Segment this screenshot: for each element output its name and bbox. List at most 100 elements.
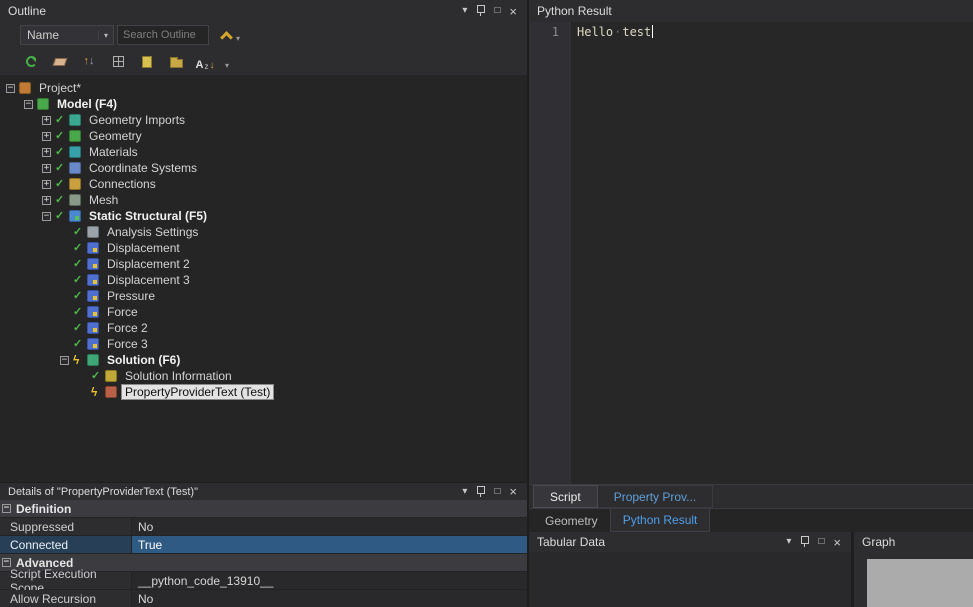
- tree-item-label[interactable]: Materials: [86, 145, 141, 159]
- tree-item[interactable]: − ϟ Solution (F6): [0, 352, 527, 368]
- check-icon: ✓: [55, 129, 65, 142]
- property-value-cell[interactable]: No: [132, 518, 527, 535]
- close-icon[interactable]: ×: [509, 5, 517, 18]
- window-menu-icon[interactable]: ▾: [786, 537, 791, 547]
- tree-item[interactable]: + ✓ Materials: [0, 144, 527, 160]
- sort-filter-button[interactable]: ↑ ↓: [80, 53, 98, 71]
- details-category-row[interactable]: − Definition: [0, 500, 527, 518]
- tab-script[interactable]: Script: [533, 485, 598, 508]
- tree-item[interactable]: ✓ Force 3: [0, 336, 527, 352]
- tree-item-label[interactable]: Analysis Settings: [104, 225, 201, 239]
- sort-alphabetical-button[interactable]: A z ↓: [196, 53, 215, 71]
- tree-item[interactable]: + ✓ Geometry Imports: [0, 112, 527, 128]
- tree-item-label[interactable]: Solution (F6): [104, 353, 183, 367]
- window-menu-icon[interactable]: ▾: [462, 6, 467, 16]
- chevron-down-icon[interactable]: ▾: [236, 34, 240, 43]
- tree-item[interactable]: − Project*: [0, 80, 527, 96]
- collapse-box[interactable]: −: [42, 211, 55, 221]
- tree-item[interactable]: + ✓ Coordinate Systems: [0, 160, 527, 176]
- tree-item[interactable]: ✓ Displacement 3: [0, 272, 527, 288]
- tree-item-label[interactable]: Mesh: [86, 193, 121, 207]
- expand-box[interactable]: +: [42, 115, 55, 125]
- refresh-button[interactable]: [22, 53, 40, 71]
- tree-item[interactable]: ✓ Pressure: [0, 288, 527, 304]
- property-value-cell[interactable]: No: [132, 590, 527, 607]
- tree-item[interactable]: ✓ Displacement 2: [0, 256, 527, 272]
- maximize-icon[interactable]: □: [494, 6, 500, 16]
- folder-button[interactable]: [167, 53, 185, 71]
- tree-item[interactable]: − ✓ Static Structural (F5): [0, 208, 527, 224]
- details-property-row[interactable]: Connected True: [0, 536, 527, 554]
- tree-item[interactable]: + ✓ Geometry: [0, 128, 527, 144]
- property-value-cell[interactable]: True: [132, 536, 527, 553]
- tree-item-label[interactable]: Displacement 3: [104, 273, 193, 287]
- expand-box[interactable]: +: [42, 195, 55, 205]
- tree-item[interactable]: + ✓ Mesh: [0, 192, 527, 208]
- pin-icon[interactable]: [800, 536, 810, 548]
- tree-item[interactable]: ✓ Analysis Settings: [0, 224, 527, 240]
- eraser-button[interactable]: [51, 53, 69, 71]
- tree-item-label[interactable]: Project*: [36, 81, 84, 95]
- close-icon[interactable]: ×: [509, 485, 517, 498]
- tree-item-label[interactable]: Model (F4): [54, 97, 120, 111]
- tree-item[interactable]: ✓ Force: [0, 304, 527, 320]
- collapse-box[interactable]: −: [6, 83, 19, 93]
- collapse-all-icon[interactable]: [220, 30, 233, 44]
- tree-item[interactable]: ✓ Displacement: [0, 240, 527, 256]
- expand-box[interactable]: +: [42, 147, 55, 157]
- details-panel-title: Details of "PropertyProviderText (Test)": [8, 485, 198, 498]
- code-line[interactable]: Hello·test: [571, 22, 973, 484]
- expand-box[interactable]: +: [42, 179, 55, 189]
- tab-geometry[interactable]: Geometry: [533, 509, 610, 532]
- tree-item-label[interactable]: Force 3: [104, 337, 151, 351]
- tree-item-label[interactable]: Solution Information: [122, 369, 235, 383]
- collapse-box[interactable]: −: [60, 355, 73, 365]
- expand-box[interactable]: +: [42, 163, 55, 173]
- tree-item[interactable]: ϟ PropertyProviderText (Test): [0, 384, 527, 400]
- maximize-icon[interactable]: □: [494, 486, 500, 497]
- outline-search-input[interactable]: [117, 25, 209, 45]
- tab-property-prov-[interactable]: Property Prov...: [597, 485, 714, 508]
- tree-item-label[interactable]: PropertyProviderText (Test): [120, 384, 275, 400]
- tree-item-label[interactable]: Coordinate Systems: [86, 161, 200, 175]
- chevron-down-icon[interactable]: ▾: [98, 30, 113, 40]
- tree-item-label[interactable]: Connections: [86, 177, 159, 191]
- maximize-icon[interactable]: □: [818, 537, 824, 547]
- tree-item-label[interactable]: Geometry Imports: [86, 113, 188, 127]
- close-icon[interactable]: ×: [833, 536, 841, 549]
- details-property-row[interactable]: Suppressed No: [0, 518, 527, 536]
- details-property-row[interactable]: Allow Recursion No: [0, 590, 527, 607]
- window-menu-icon[interactable]: ▾: [462, 486, 467, 497]
- collapse-box[interactable]: −: [2, 504, 11, 513]
- toolbar-overflow-icon[interactable]: ▾: [225, 61, 229, 70]
- tree-item[interactable]: ✓ Force 2: [0, 320, 527, 336]
- expand-box[interactable]: +: [42, 131, 55, 141]
- lightning-icon: ϟ: [73, 353, 80, 367]
- collapse-box[interactable]: −: [24, 99, 37, 109]
- tree-item-label[interactable]: Static Structural (F5): [86, 209, 210, 223]
- tree-item-label[interactable]: Displacement 2: [104, 257, 193, 271]
- edit-page-button[interactable]: [138, 53, 156, 71]
- tab-python-result[interactable]: Python Result: [609, 509, 711, 532]
- check-icon: ✓: [73, 337, 83, 350]
- tree-item[interactable]: ✓ Solution Information: [0, 368, 527, 384]
- details-panel: Details of "PropertyProviderText (Test)"…: [0, 482, 527, 607]
- pin-icon[interactable]: [476, 485, 486, 498]
- mesh-icon: [69, 194, 81, 206]
- check-icon: ✓: [73, 225, 83, 238]
- name-filter-dropdown[interactable]: Name ▾: [20, 25, 114, 45]
- tree-item-label[interactable]: Force: [104, 305, 141, 319]
- tree-item-label[interactable]: Geometry: [86, 129, 145, 143]
- tree-item[interactable]: − Model (F4): [0, 96, 527, 112]
- document-tab-strip: Geometry Python Result: [529, 508, 973, 532]
- tree-item[interactable]: + ✓ Connections: [0, 176, 527, 192]
- pin-icon[interactable]: [476, 5, 486, 17]
- tree-item-label[interactable]: Pressure: [104, 289, 158, 303]
- tree-item-label[interactable]: Displacement: [104, 241, 183, 255]
- details-property-row[interactable]: Script Execution Scope __python_code_1391…: [0, 567, 527, 595]
- tree-item-label[interactable]: Force 2: [104, 321, 151, 335]
- code-editor[interactable]: 1 Hello·test: [529, 22, 973, 484]
- property-value-cell[interactable]: __python_code_13910__: [132, 572, 527, 589]
- worksheet-button[interactable]: [109, 53, 127, 71]
- details-category-label: Definition: [16, 501, 72, 516]
